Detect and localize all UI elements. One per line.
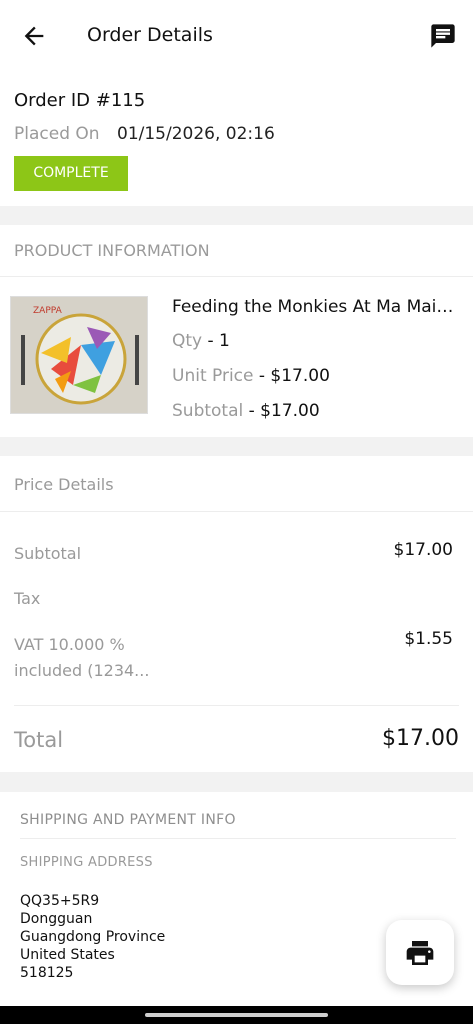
address-line: 518125 <box>20 965 74 981</box>
printer-icon <box>406 941 434 965</box>
section-gap <box>0 437 473 456</box>
shipping-address-title: SHIPPING ADDRESS <box>20 855 153 870</box>
qty-label: Qty <box>172 331 203 351</box>
tax-label: Tax <box>14 589 41 608</box>
product-section-title: PRODUCT INFORMATION <box>14 241 210 260</box>
price-details: Subtotal $17.00 Tax VAT 10.000 % include… <box>0 512 473 772</box>
subtotal-value: $17.00 <box>393 540 453 560</box>
product-name: Feeding the Monkies At Ma Maison <box>172 297 462 317</box>
home-indicator[interactable] <box>145 1013 328 1017</box>
vat-line-1: VAT 10.000 % <box>14 635 125 654</box>
unit-price-value: - $17.00 <box>258 366 330 386</box>
total-label: Total <box>14 728 64 752</box>
divider <box>14 705 459 706</box>
vat-line-2: included (1234... <box>14 661 150 680</box>
product-subtotal-label: Subtotal <box>172 401 244 421</box>
status-badge: COMPLETE <box>14 156 128 191</box>
product-section-header: PRODUCT INFORMATION <box>0 225 473 277</box>
vat-label: VAT 10.000 % included (1234... <box>14 632 174 684</box>
product-image: ZAPPA <box>10 296 148 414</box>
section-gap <box>0 772 473 792</box>
divider <box>20 838 456 839</box>
shipping-section-title: SHIPPING AND PAYMENT INFO <box>20 812 236 828</box>
address-line: Dongguan <box>20 911 93 927</box>
product-subtotal: Subtotal - $17.00 <box>172 401 320 421</box>
product-item[interactable]: ZAPPA Feeding the Monkies At Ma Maison Q… <box>0 277 473 437</box>
vat-value: $1.55 <box>404 629 453 649</box>
svg-text:ZAPPA: ZAPPA <box>33 306 63 316</box>
address-line: QQ35+5R9 <box>20 893 100 909</box>
placed-on-value: 01/15/2026, 02:16 <box>117 124 275 144</box>
section-gap <box>0 206 473 225</box>
placed-on-label: Placed On <box>14 124 100 144</box>
back-arrow-icon[interactable] <box>20 22 48 50</box>
price-details-title: Price Details <box>14 475 114 494</box>
order-summary: Order ID #115 Placed On 01/15/2026, 02:1… <box>0 72 473 206</box>
total-value: $17.00 <box>382 726 459 751</box>
product-qty: Qty - 1 <box>172 331 230 351</box>
system-nav-bar <box>0 1006 473 1024</box>
print-button[interactable] <box>386 920 454 985</box>
app-bar: Order Details <box>0 0 473 72</box>
product-unit-price: Unit Price - $17.00 <box>172 366 330 386</box>
qty-value: - 1 <box>207 331 230 351</box>
chat-icon[interactable] <box>429 22 457 50</box>
order-id: Order ID #115 <box>14 90 146 111</box>
address-line: Guangdong Province <box>20 929 166 945</box>
product-subtotal-value: - $17.00 <box>248 401 320 421</box>
page-title: Order Details <box>87 24 213 46</box>
unit-price-label: Unit Price <box>172 366 254 386</box>
address-line: United States <box>20 947 115 963</box>
subtotal-label: Subtotal <box>14 544 82 563</box>
price-details-header: Price Details <box>0 456 473 512</box>
